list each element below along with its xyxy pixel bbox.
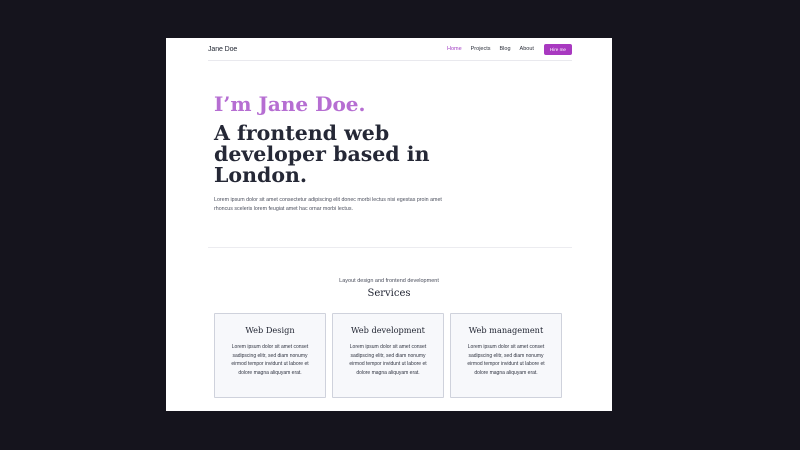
service-card-title: Web Design — [245, 325, 295, 335]
top-navigation: Jane Doe Home Projects Blog About Hire m… — [208, 38, 572, 61]
service-card-text: Lorem ipsum dolor sit amet conset sadips… — [467, 344, 545, 376]
service-card-web-development: Web development Lorem ipsum dolor sit am… — [332, 313, 444, 398]
hero-intro-text: Lorem ipsum dolor sit amet consectetur a… — [214, 197, 442, 212]
webpage-viewport: Jane Doe Home Projects Blog About Hire m… — [166, 38, 612, 411]
nav-link-about[interactable]: About — [520, 46, 534, 52]
service-card-web-design: Web Design Lorem ipsum dolor sit amet co… — [214, 313, 326, 398]
services-subtitle: Layout design and frontend development — [339, 278, 439, 284]
nav-link-blog[interactable]: Blog — [500, 46, 511, 52]
service-card-text: Lorem ipsum dolor sit amet conset sadips… — [349, 344, 427, 376]
nav-link-projects[interactable]: Projects — [471, 46, 491, 52]
nav-menu: Home Projects Blog About Hire me — [447, 43, 572, 55]
section-divider — [208, 247, 572, 248]
nav-link-home[interactable]: Home — [447, 46, 462, 52]
services-title: Services — [367, 288, 411, 299]
service-card-title: Web development — [351, 325, 425, 335]
hero-headline: A frontend web developer based in London… — [214, 121, 430, 187]
hero-section: I’m Jane Doe. A frontend web developer b… — [214, 92, 474, 214]
service-card-web-management: Web management Lorem ipsum dolor sit ame… — [450, 313, 562, 398]
brand-logo[interactable]: Jane Doe — [208, 46, 237, 53]
hero-greeting: I’m Jane Doe. — [214, 92, 366, 116]
service-card-text: Lorem ipsum dolor sit amet conset sadips… — [231, 344, 309, 376]
services-cards: Web Design Lorem ipsum dolor sit amet co… — [214, 313, 562, 398]
hire-me-button[interactable]: Hire me — [543, 43, 572, 55]
service-card-title: Web management — [468, 325, 544, 335]
